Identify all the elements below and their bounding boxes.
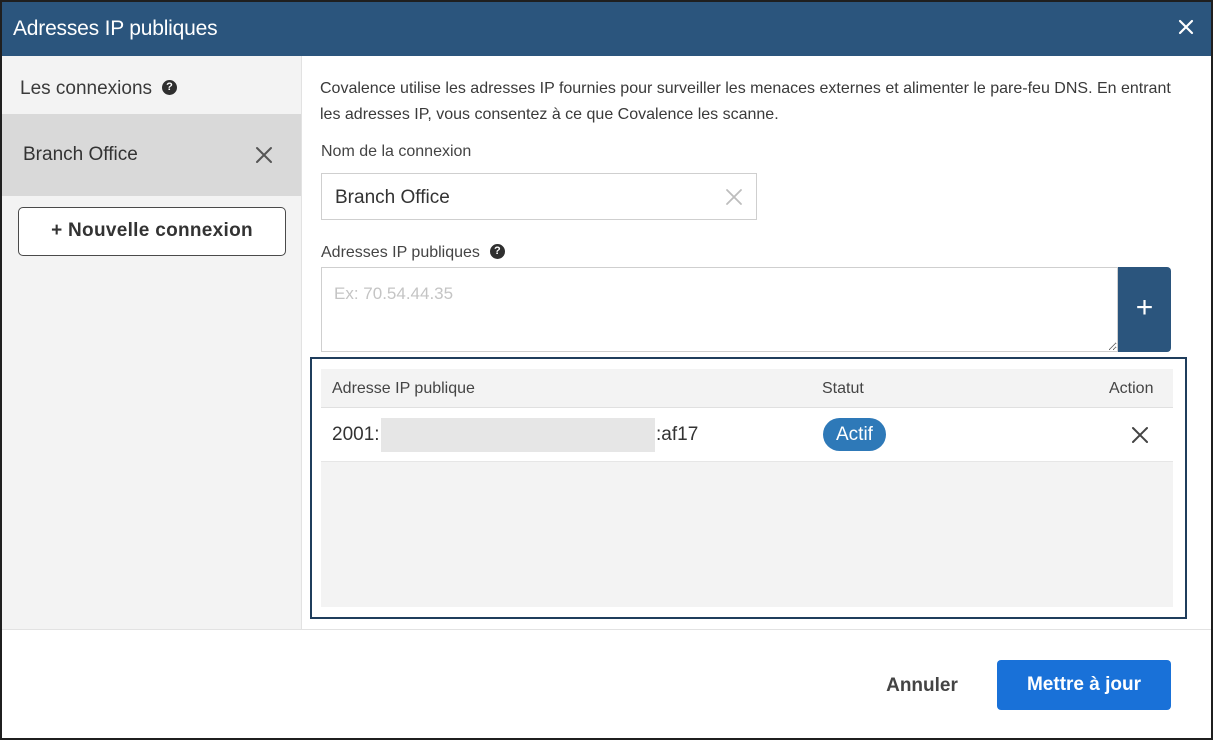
new-connection-button[interactable]: + Nouvelle connexion (18, 207, 286, 256)
update-button[interactable]: Mettre à jour (997, 660, 1171, 710)
ip-addresses-dialog: Adresses IP publiques Les connexions? Br… (0, 0, 1213, 740)
dialog-footer: Annuler Mettre à jour (2, 629, 1211, 738)
close-icon[interactable] (1177, 18, 1195, 36)
dialog-title: Adresses IP publiques (13, 17, 218, 40)
ip-table: Adresse IP publique Statut Action 2001: … (321, 369, 1173, 607)
cancel-button[interactable]: Annuler (870, 670, 974, 701)
ip-address-suffix: :af17 (656, 424, 699, 445)
help-circle-icon[interactable]: ? (489, 243, 505, 259)
connections-heading: Les connexions? (20, 78, 178, 100)
connection-name-input[interactable]: Branch Office (321, 173, 757, 220)
status-badge: Actif (823, 418, 886, 451)
ip-address-prefix: 2001: (332, 424, 380, 445)
help-circle-icon[interactable]: ? (162, 79, 178, 95)
table-row: 2001: :af17 Actif (321, 408, 1173, 462)
connection-item-branch-office[interactable]: Branch Office (2, 114, 301, 196)
connection-name-label: Nom de la connexion (321, 143, 472, 160)
remove-connection-icon[interactable] (254, 145, 274, 165)
clear-input-icon[interactable] (724, 187, 744, 207)
public-ip-label-text: Adresses IP publiques (321, 244, 480, 261)
dialog-titlebar: Adresses IP publiques (2, 2, 1211, 56)
connection-item-label: Branch Office (23, 144, 138, 165)
column-header-action: Action (1109, 380, 1154, 397)
ip-table-highlight: Adresse IP publique Statut Action 2001: … (310, 357, 1187, 619)
connection-form: Covalence utilise les adresses IP fourni… (303, 56, 1211, 629)
ip-redaction-block (381, 418, 655, 452)
public-ip-input[interactable] (321, 267, 1118, 352)
column-header-status: Statut (822, 380, 864, 397)
remove-ip-icon[interactable] (1130, 425, 1150, 445)
description-text: Covalence utilise les adresses IP fourni… (320, 80, 1171, 123)
connection-name-value: Branch Office (335, 187, 450, 208)
column-header-ip: Adresse IP publique (332, 380, 475, 397)
connections-heading-label: Les connexions (20, 78, 153, 99)
public-ip-label: Adresses IP publiques? (321, 243, 505, 262)
connections-sidebar: Les connexions? Branch Office + Nouvelle… (2, 56, 302, 629)
table-header: Adresse IP publique Statut Action (321, 369, 1173, 408)
add-ip-button[interactable]: + (1118, 267, 1171, 352)
